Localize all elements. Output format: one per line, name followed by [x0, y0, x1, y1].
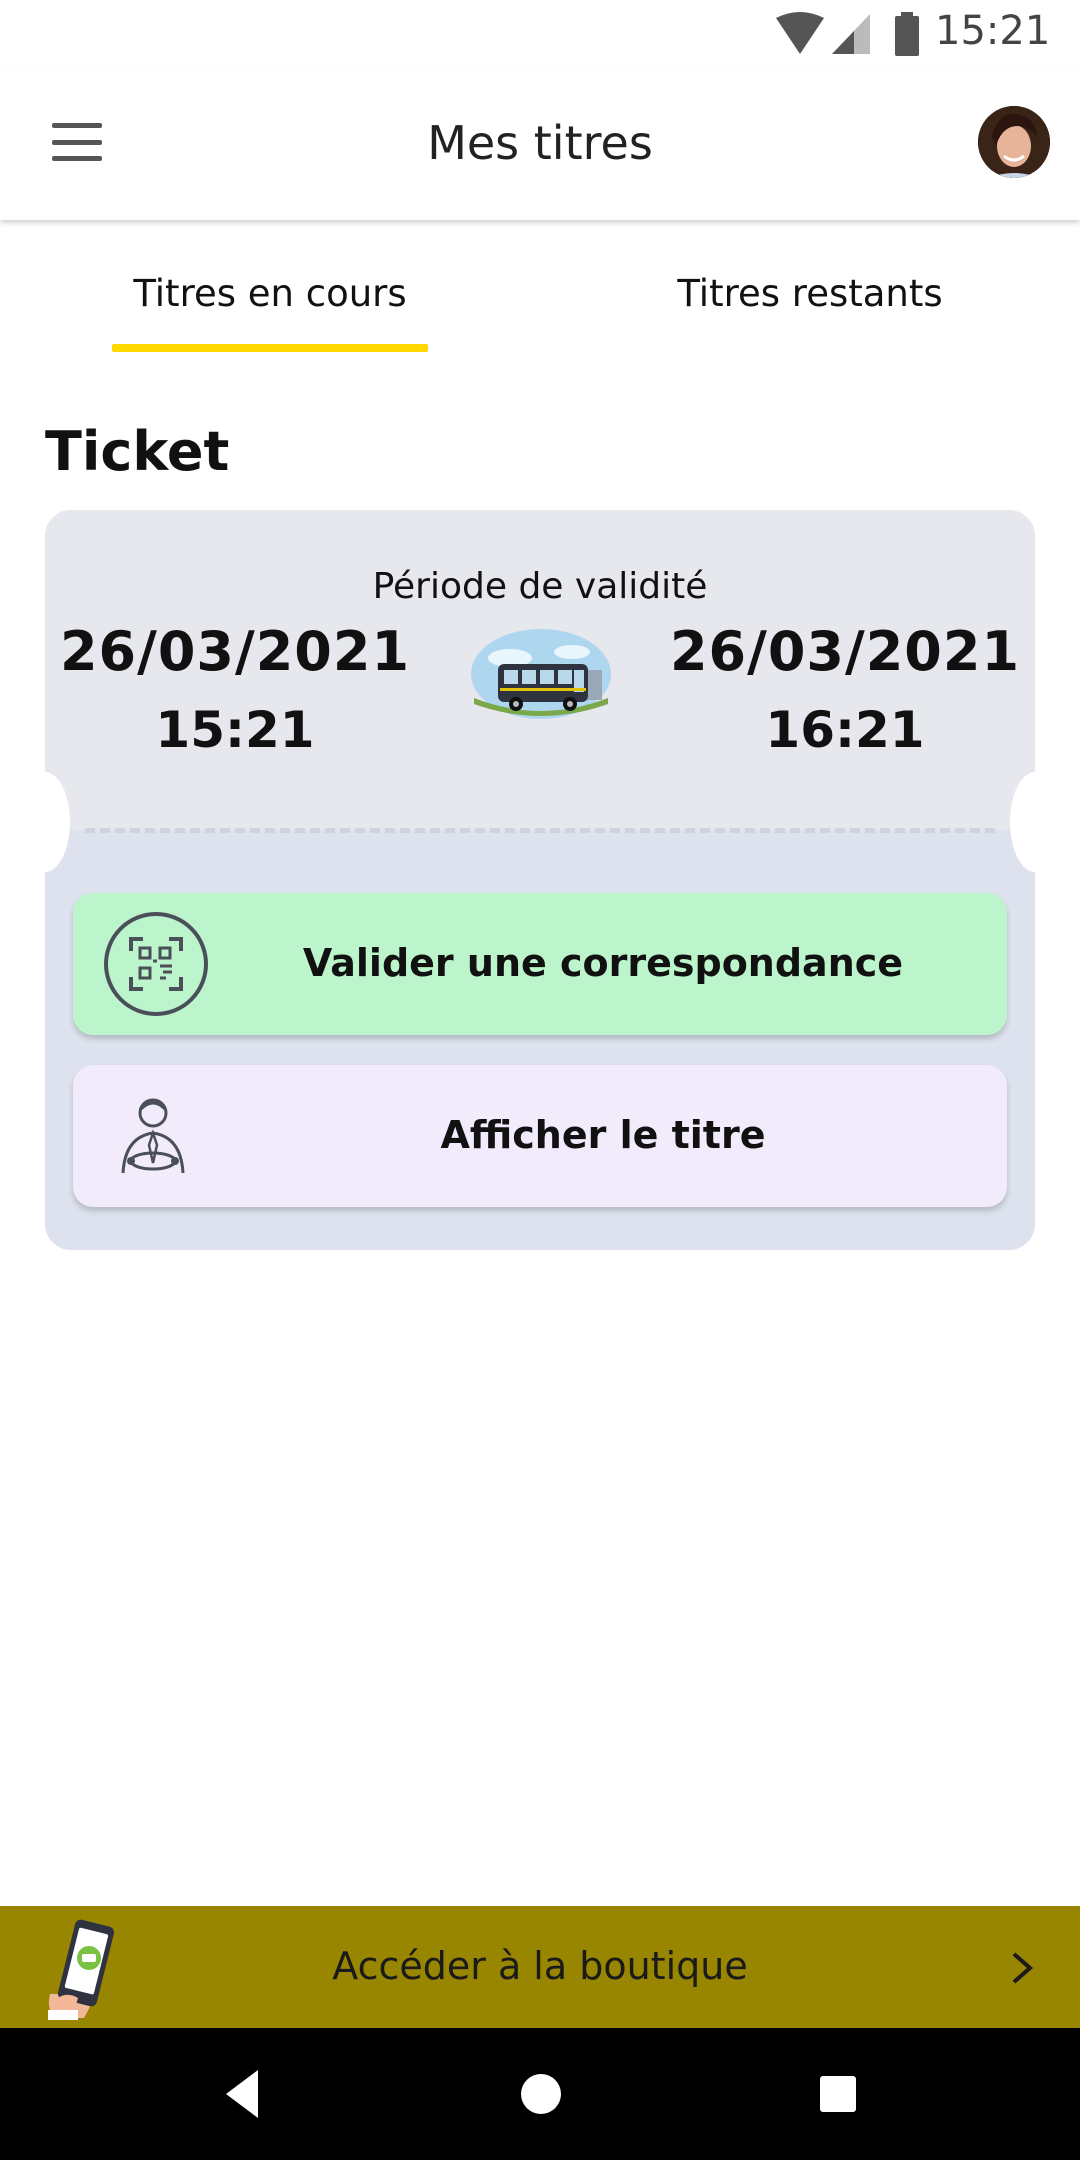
start-date: 26/03/2021: [59, 620, 411, 683]
ticket-card: Période de validité 26/03/2021 15:21 26/…: [45, 510, 1035, 1250]
status-bar: 15:21: [0, 0, 1080, 70]
avatar[interactable]: [978, 106, 1050, 178]
tab-bar: Titres en cours Titres restants: [0, 222, 1080, 352]
home-icon[interactable]: [516, 2066, 566, 2122]
qr-scan-icon: [104, 912, 208, 1016]
tab-titres-en-cours[interactable]: Titres en cours: [112, 272, 428, 315]
section-title: Ticket: [45, 420, 230, 483]
validity-end: 26/03/2021 16:21: [655, 620, 1035, 759]
show-ticket-button[interactable]: Afficher le titre: [73, 1065, 1007, 1207]
recents-icon[interactable]: [814, 2066, 864, 2122]
validity-start: 26/03/2021 15:21: [45, 620, 425, 759]
system-nav-bar: [0, 2028, 1080, 2160]
shop-banner[interactable]: Accéder à la boutique: [0, 1906, 1080, 2028]
app-bar: Mes titres: [0, 70, 1080, 220]
start-time: 15:21: [155, 701, 315, 759]
end-time: 16:21: [765, 701, 925, 759]
active-tab-indicator: [112, 344, 428, 352]
page-title: Mes titres: [427, 116, 653, 170]
ticket-header: Période de validité 26/03/2021 15:21 26/…: [45, 510, 1035, 830]
battery-icon: [895, 12, 919, 56]
tab-titres-restants[interactable]: Titres restants: [620, 272, 1000, 315]
wifi-icon: [776, 12, 824, 54]
driver-icon: [121, 1098, 185, 1174]
ticket-perforation: [85, 828, 995, 833]
status-time: 15:21: [935, 8, 1051, 54]
validate-connection-button[interactable]: Valider une correspondance: [73, 893, 1007, 1035]
shop-label: Accéder à la boutique: [332, 1944, 748, 1988]
chevron-right-icon: [1012, 1952, 1034, 1984]
end-date: 26/03/2021: [669, 620, 1021, 683]
cell-signal-icon: [832, 14, 870, 54]
show-ticket-label: Afficher le titre: [440, 1113, 766, 1157]
avatar-icon: [978, 106, 1050, 178]
validity-label: Période de validité: [372, 566, 708, 607]
bus-illustration: [471, 629, 611, 719]
back-icon[interactable]: [218, 2066, 268, 2122]
validate-connection-label: Valider une correspondance: [302, 941, 904, 985]
